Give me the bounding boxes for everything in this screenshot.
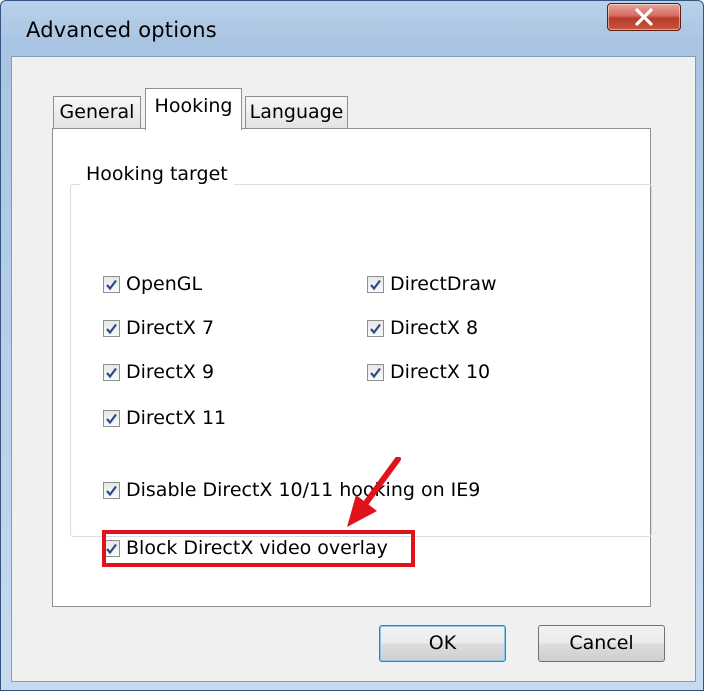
checkbox-label: Disable DirectX 10/11 hooking on IE9 [126,479,481,501]
checkbox[interactable] [367,275,384,293]
cancel-button[interactable]: Cancel [538,625,665,662]
checkbox[interactable] [103,539,120,557]
checkbox[interactable] [103,481,120,499]
red-arrow-annotation [347,457,401,527]
advanced-options-dialog: Advanced options General Hooking Languag… [0,0,704,691]
checkbox-label: DirectDraw [390,273,497,295]
dialog-body: General Hooking Language Hooking target … [11,56,696,682]
check-icon [106,413,117,424]
close-icon [635,8,653,26]
title-bar[interactable]: Advanced options [1,1,703,53]
checkbox-directx-7[interactable]: DirectX 7 [103,316,214,340]
tab-panel-hooking: Hooking target OpenGL DirectDraw DirectX… [52,128,652,607]
check-icon [370,279,381,290]
checkbox-label: DirectX 7 [126,317,215,339]
checkbox[interactable] [103,319,120,337]
checkbox-label: DirectX 9 [126,361,215,383]
checkbox[interactable] [367,363,384,381]
check-icon [106,543,117,554]
ok-button[interactable]: OK [379,625,506,662]
group-title: Hooking target [80,163,234,185]
checkbox-disable-dx-ie9[interactable]: Disable DirectX 10/11 hooking on IE9 [103,478,480,502]
checkbox[interactable] [103,409,120,427]
checkbox-directx-11[interactable]: DirectX 11 [103,406,226,430]
checkbox[interactable] [103,363,120,381]
check-icon [370,367,381,378]
checkbox[interactable] [103,275,120,293]
checkbox-label: OpenGL [126,273,203,295]
checkbox-directdraw[interactable]: DirectDraw [367,272,497,296]
check-icon [106,485,117,496]
checkbox-label: Block DirectX video overlay [126,537,388,559]
check-icon [106,367,117,378]
tab-hooking[interactable]: Hooking [145,88,242,130]
check-icon [106,279,117,290]
checkbox-opengl[interactable]: OpenGL [103,272,202,296]
window-title: Advanced options [26,18,217,42]
tab-general[interactable]: General [53,96,141,128]
check-icon [370,323,381,334]
checkbox-block-video-overlay[interactable]: Block DirectX video overlay [103,536,388,560]
checkbox-label: DirectX 8 [390,317,479,339]
check-icon [106,323,117,334]
checkbox-directx-8[interactable]: DirectX 8 [367,316,478,340]
tab-language[interactable]: Language [245,96,348,128]
checkbox[interactable] [367,319,384,337]
checkbox-label: DirectX 11 [126,407,227,429]
checkbox-directx-9[interactable]: DirectX 9 [103,360,214,384]
close-button[interactable] [607,3,681,31]
checkbox-label: DirectX 10 [390,361,491,383]
checkbox-directx-10[interactable]: DirectX 10 [367,360,490,384]
